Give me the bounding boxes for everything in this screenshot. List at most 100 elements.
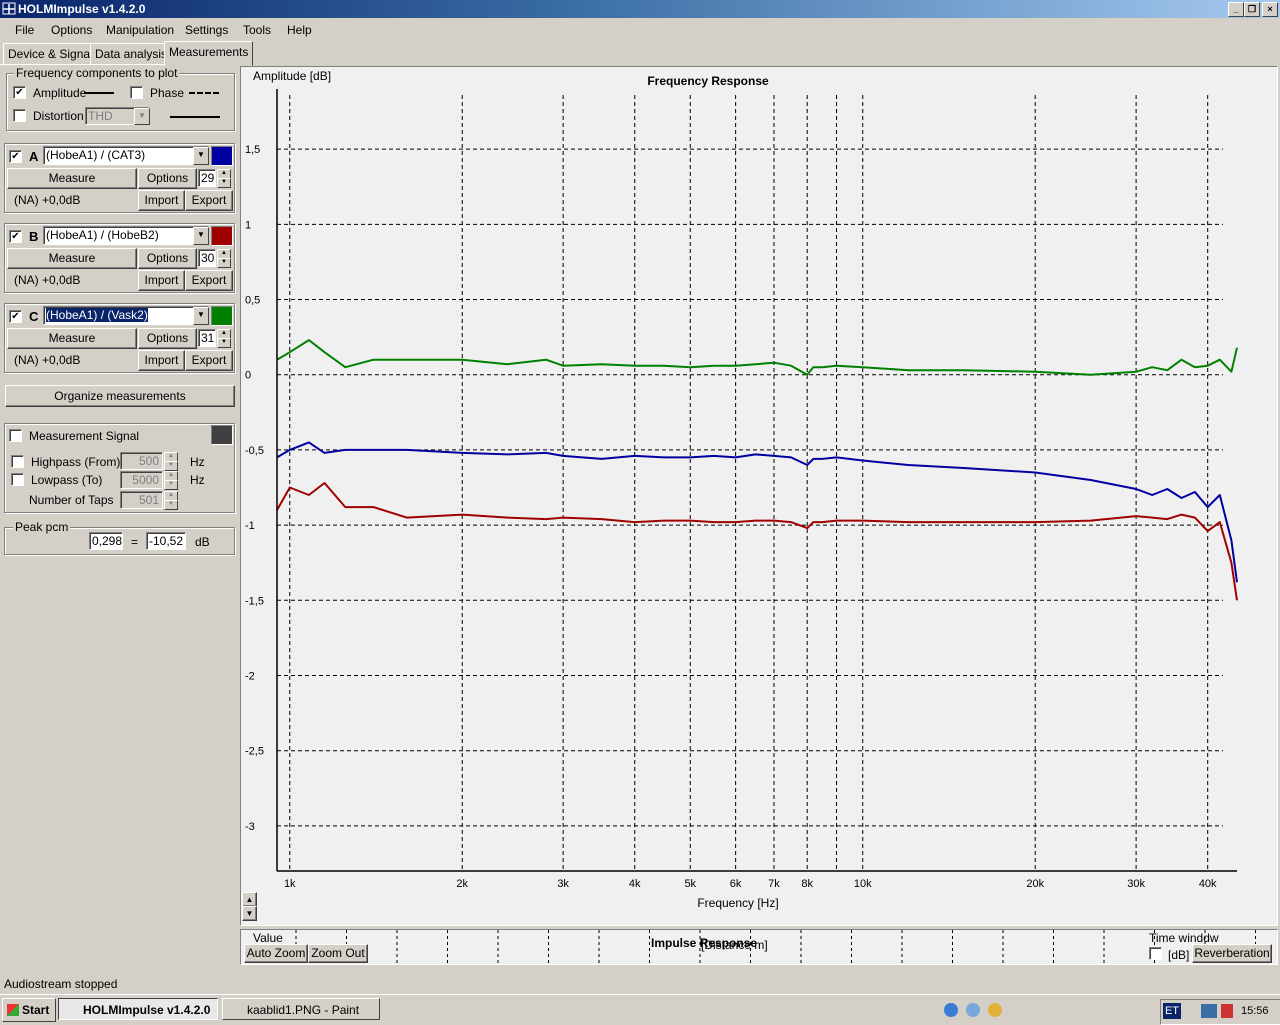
frequency-response-chart[interactable]: 1,5 1 0,5 0 -0,5 -1 -1,5 -2 -2,5 -3 1k 2k 3k 4k 5k 6k 7k… — [241, 67, 1277, 925]
channel-b-color-swatch[interactable] — [211, 226, 233, 246]
amplitude-checkbox[interactable]: ✔ — [13, 86, 26, 99]
highpass-label: Highpass (From) — [31, 455, 121, 469]
x-tick-label: 3k — [557, 878, 569, 890]
channel-b-import-button[interactable]: Import — [138, 270, 185, 291]
y-tick-label: 1 — [245, 219, 251, 231]
menu-bar: File Options Manipulation Settings Tools… — [0, 20, 1280, 41]
channel-a-checkbox[interactable]: ✔ — [9, 150, 22, 163]
spin-down-icon[interactable]: ▼ — [217, 178, 231, 188]
series-line-1 — [276, 441, 1238, 583]
minimize-button[interactable]: _ — [1228, 2, 1244, 17]
x-tick-label: 1k — [284, 878, 296, 890]
language-indicator[interactable]: ET — [1163, 1003, 1181, 1019]
scroll-down-icon[interactable]: ▼ — [242, 906, 257, 921]
lowpass-label: Lowpass (To) — [31, 473, 103, 487]
channel-c-options-button[interactable]: Options — [138, 328, 197, 349]
phase-checkbox[interactable] — [130, 86, 143, 99]
tab-data-analysis[interactable]: Data analysis — [90, 43, 173, 65]
impulse-strip[interactable]: Value Impulse Response [Distance m] Time… — [240, 929, 1278, 965]
clock: 15:56 — [1241, 1005, 1269, 1017]
menu-options[interactable]: Options — [51, 23, 92, 37]
tab-device-signal[interactable]: Device & Signal — [3, 43, 98, 65]
spin-down-icon[interactable]: ▼ — [164, 461, 178, 471]
ie-icon[interactable] — [944, 1003, 958, 1017]
channel-c-checkbox[interactable]: ✔ — [9, 310, 22, 323]
channel-b-measure-button[interactable]: Measure — [7, 248, 137, 269]
channel-c-select[interactable]: (HobeA1) / (Vask2) — [43, 306, 209, 325]
channel-c-export-button[interactable]: Export — [185, 350, 233, 371]
series-line-0 — [276, 339, 1238, 376]
network-icon[interactable] — [1201, 1004, 1217, 1018]
antivirus-icon[interactable] — [1221, 1004, 1233, 1018]
channel-a-import-button[interactable]: Import — [138, 190, 185, 211]
channel-a-color-swatch[interactable] — [211, 146, 233, 166]
channel-c-info: (NA) +0,0dB — [14, 353, 81, 367]
lowpass-checkbox[interactable] — [11, 473, 24, 486]
lowpass-unit: Hz — [190, 473, 205, 487]
media-player-icon[interactable] — [988, 1003, 1002, 1017]
channel-c-import-button[interactable]: Import — [138, 350, 185, 371]
taps-input[interactable]: 501 — [120, 491, 163, 509]
channel-a-options-button[interactable]: Options — [138, 168, 197, 189]
y-tick-label: -0,5 — [245, 445, 264, 457]
menu-tools[interactable]: Tools — [243, 23, 271, 37]
taskbar-app-paint[interactable]: kaablid1.PNG - Paint — [222, 998, 380, 1020]
chevron-down-icon[interactable]: ▼ — [193, 227, 209, 245]
menu-settings[interactable]: Settings — [185, 23, 228, 37]
channel-b-count-input[interactable]: 30 — [198, 249, 216, 267]
chart-title: Frequency Response — [647, 74, 769, 88]
y-axis-label: Amplitude [dB] — [253, 69, 331, 83]
channel-c-count-input[interactable]: 31 — [198, 329, 216, 347]
y-tick-label: 0,5 — [245, 295, 260, 307]
channel-a-select[interactable]: (HobeA1) / (CAT3) — [43, 146, 209, 165]
channel-b-options-button[interactable]: Options — [138, 248, 197, 269]
auto-zoom-button[interactable]: Auto Zoom — [244, 944, 308, 963]
start-label: Start — [22, 1003, 50, 1017]
tab-measurements[interactable]: Measurements — [164, 41, 254, 66]
highpass-checkbox[interactable] — [11, 455, 24, 468]
lowpass-input[interactable]: 5000 — [120, 471, 163, 489]
spin-down-icon[interactable]: ▼ — [217, 338, 231, 348]
start-button[interactable]: Start — [2, 998, 56, 1022]
windows-logo-icon — [7, 1004, 19, 1016]
y-tick-label: -2 — [245, 671, 255, 683]
impulse-value-label: Value — [253, 931, 283, 945]
chevron-down-icon[interactable]: ▼ — [134, 108, 150, 125]
maximize-button[interactable]: ❐ — [1244, 2, 1260, 17]
scroll-up-icon[interactable]: ▲ — [242, 892, 257, 907]
channel-a-measure-button[interactable]: Measure — [7, 168, 137, 189]
channel-c-color-swatch[interactable] — [211, 306, 233, 326]
channel-a-count-input[interactable]: 29 — [198, 169, 216, 187]
chevron-down-icon[interactable]: ▼ — [193, 147, 209, 165]
browser-icon[interactable] — [966, 1003, 980, 1017]
y-tick-label: 0 — [245, 370, 251, 382]
measurement-signal-label: Measurement Signal — [29, 429, 140, 443]
channel-b-export-button[interactable]: Export — [185, 270, 233, 291]
zoom-out-button[interactable]: Zoom Out — [308, 944, 368, 963]
db-checkbox[interactable] — [1149, 947, 1162, 960]
channel-a-export-button[interactable]: Export — [185, 190, 233, 211]
organize-measurements-button[interactable]: Organize measurements — [5, 385, 235, 407]
highpass-input[interactable]: 500 — [120, 452, 163, 470]
reverberation-button[interactable]: Reverberation — [1192, 944, 1272, 963]
chevron-down-icon[interactable]: ▼ — [193, 307, 209, 325]
taskbar-app-holmimpulse[interactable]: HOLMImpulse v1.4.2.0 — [58, 998, 218, 1020]
spin-down-icon[interactable]: ▼ — [217, 258, 231, 268]
menu-help[interactable]: Help — [287, 23, 312, 37]
channel-c-measure-button[interactable]: Measure — [7, 328, 137, 349]
spin-down-icon[interactable]: ▼ — [164, 480, 178, 490]
app-icon — [2, 2, 16, 15]
channel-b-select[interactable]: (HobeA1) / (HobeB2) — [43, 226, 209, 245]
menu-manipulation[interactable]: Manipulation — [106, 23, 174, 37]
spin-down-icon[interactable]: ▼ — [164, 500, 178, 510]
measurement-signal-checkbox[interactable] — [9, 429, 22, 442]
status-bar: Audiostream stopped — [0, 975, 1280, 993]
menu-file[interactable]: File — [15, 23, 34, 37]
channel-b-checkbox[interactable]: ✔ — [9, 230, 22, 243]
distortion-checkbox[interactable] — [13, 109, 26, 122]
x-tick-label: 5k — [684, 878, 696, 890]
title-bar: HOLMImpulse v1.4.2.0 _ ❐ × — [0, 0, 1280, 18]
close-button[interactable]: × — [1262, 2, 1278, 17]
measurement-signal-color-swatch[interactable] — [211, 425, 233, 445]
peak-eq: = — [131, 535, 139, 549]
